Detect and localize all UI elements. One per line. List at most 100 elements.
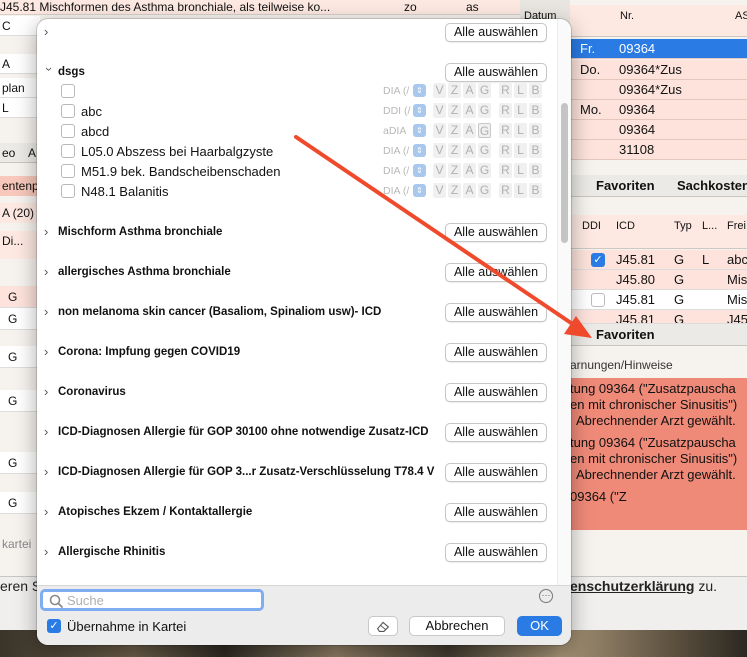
chevron-right-icon[interactable]: › <box>44 305 54 319</box>
flag-a[interactable]: A <box>463 123 476 138</box>
chevron-right-icon[interactable]: › <box>44 25 54 39</box>
list-item[interactable]: L05.0 Abszess bei Haarbalgzyste DIA (/⇕ … <box>37 141 557 161</box>
flag-z[interactable]: Z <box>448 163 461 178</box>
flag-z[interactable]: Z <box>448 83 461 98</box>
dia-selector[interactable]: aDIA ⇕ <box>383 124 429 138</box>
flag-g[interactable]: G <box>478 183 491 198</box>
flag-v[interactable]: V <box>433 183 446 198</box>
search-input[interactable] <box>67 593 257 608</box>
list-item[interactable]: abcd aDIA ⇕ V Z A G R L B <box>37 121 557 141</box>
flag-v[interactable]: V <box>433 83 446 98</box>
flag-r[interactable]: R <box>499 183 512 198</box>
flag-g[interactable]: G <box>478 123 491 138</box>
item-checkbox[interactable] <box>61 144 75 158</box>
table-row[interactable]: 09364 <box>570 120 747 140</box>
favorite-group[interactable]: › Alle auswählen <box>37 21 557 45</box>
favorite-group[interactable]: › non melanoma skin cancer (Basaliom, Sp… <box>37 301 557 325</box>
flag-b[interactable]: B <box>529 123 542 138</box>
flag-r[interactable]: R <box>499 123 512 138</box>
select-all-button[interactable]: Alle auswählen <box>445 383 547 402</box>
background-left-tab[interactable]: eo A <box>0 143 40 163</box>
item-checkbox[interactable] <box>61 124 75 138</box>
flag-z[interactable]: Z <box>448 123 461 138</box>
flag-g[interactable]: G <box>478 143 491 158</box>
flag-v[interactable]: V <box>433 123 446 138</box>
item-checkbox[interactable] <box>61 164 75 178</box>
table-row[interactable]: ✓ J45.81 G L abc <box>570 250 747 270</box>
ddi-checkbox[interactable]: ✓ <box>591 253 605 267</box>
select-all-button[interactable]: Alle auswählen <box>445 463 547 482</box>
flag-g[interactable]: G <box>478 163 491 178</box>
select-all-button[interactable]: Alle auswählen <box>445 303 547 322</box>
item-checkbox[interactable] <box>61 84 75 98</box>
table-row[interactable]: J45.80 G Mis <box>570 270 747 290</box>
flag-z[interactable]: Z <box>448 183 461 198</box>
table-row[interactable]: J45.81 G Mis <box>570 290 747 310</box>
flag-a[interactable]: A <box>463 83 476 98</box>
flag-l[interactable]: L <box>514 103 527 118</box>
table-row[interactable]: 31108 <box>570 140 747 160</box>
table-row[interactable]: Mo. 09364 <box>570 100 747 120</box>
flag-b[interactable]: B <box>529 163 542 178</box>
favorite-group[interactable]: › ICD-Diagnosen Allergie für GOP 3...r Z… <box>37 461 557 485</box>
select-all-button[interactable]: Alle auswählen <box>445 503 547 522</box>
table-row[interactable]: J45.81 G J45 <box>570 310 747 324</box>
flag-r[interactable]: R <box>499 103 512 118</box>
favorite-group[interactable]: › Atopisches Ekzem / Kontaktallergie All… <box>37 501 557 525</box>
chevron-right-icon[interactable]: › <box>44 225 54 239</box>
table-row[interactable]: Do. 09364*Zus <box>570 60 747 80</box>
cancel-button[interactable]: Abbrechen <box>409 616 505 636</box>
flag-g[interactable]: G <box>478 103 491 118</box>
select-all-button[interactable]: Alle auswählen <box>445 63 547 82</box>
flag-z[interactable]: Z <box>448 103 461 118</box>
chevron-right-icon[interactable]: › <box>44 465 54 479</box>
privacy-link[interactable]: enschutzerklärung <box>570 578 694 594</box>
flag-r[interactable]: R <box>499 83 512 98</box>
flag-v[interactable]: V <box>433 143 446 158</box>
dia-selector[interactable]: DIA (/⇕ <box>383 144 429 158</box>
tab-sachkosten[interactable]: Sachkosten <box>677 178 747 193</box>
scrollbar-thumb[interactable] <box>561 103 568 243</box>
flag-v[interactable]: V <box>433 103 446 118</box>
ok-button[interactable]: OK <box>517 616 562 636</box>
flag-b[interactable]: B <box>529 103 542 118</box>
search-field[interactable] <box>40 589 264 611</box>
flag-l[interactable]: L <box>514 83 527 98</box>
list-scrollbar[interactable] <box>557 19 571 585</box>
flag-l[interactable]: L <box>514 123 527 138</box>
flag-a[interactable]: A <box>463 183 476 198</box>
chevron-down-icon[interactable]: › <box>42 67 57 77</box>
flag-g[interactable]: G <box>478 83 491 98</box>
list-item[interactable]: abc DDI (/⇕ V Z A G R L B <box>37 101 557 121</box>
favorite-group[interactable]: › Coronavirus Alle auswählen <box>37 381 557 405</box>
chevron-right-icon[interactable]: › <box>44 425 54 439</box>
list-item[interactable]: N48.1 Balanitis DIA (/⇕ V Z A G R L B <box>37 181 557 201</box>
table-row[interactable]: Fr. 09364 <box>570 39 747 59</box>
chevron-right-icon[interactable]: › <box>44 545 54 559</box>
flag-b[interactable]: B <box>529 143 542 158</box>
flag-a[interactable]: A <box>463 143 476 158</box>
list-item[interactable]: M51.9 bek. Bandscheibenschaden DIA (/⇕ V… <box>37 161 557 181</box>
chevron-right-icon[interactable]: › <box>44 385 54 399</box>
favorite-group[interactable]: › Allergische Rhinitis Alle auswählen <box>37 541 557 565</box>
dia-selector[interactable]: DIA (/⇕ <box>383 164 429 178</box>
more-options-icon[interactable]: ··· <box>539 589 553 603</box>
chevron-right-icon[interactable]: › <box>44 505 54 519</box>
dia-selector[interactable]: DDI (/⇕ <box>383 104 429 118</box>
select-all-button[interactable]: Alle auswählen <box>445 23 547 42</box>
flag-z[interactable]: Z <box>448 143 461 158</box>
favorite-group[interactable]: › Corona: Impfung gegen COVID19 Alle aus… <box>37 341 557 365</box>
select-all-button[interactable]: Alle auswählen <box>445 223 547 242</box>
item-checkbox[interactable] <box>61 184 75 198</box>
flag-a[interactable]: A <box>463 103 476 118</box>
flag-l[interactable]: L <box>514 143 527 158</box>
table-row[interactable]: 09364*Zus <box>570 80 747 100</box>
favorite-group[interactable]: › Mischform Asthma bronchiale Alle auswä… <box>37 221 557 245</box>
select-all-button[interactable]: Alle auswählen <box>445 263 547 282</box>
dia-selector[interactable]: DIA (/⇕ <box>383 184 429 198</box>
tab-favoriten[interactable]: Favoriten <box>596 178 655 193</box>
flag-r[interactable]: R <box>499 143 512 158</box>
flag-v[interactable]: V <box>433 163 446 178</box>
transfer-checkbox[interactable]: ✓ <box>47 619 61 633</box>
clear-filter-button[interactable] <box>368 616 398 636</box>
